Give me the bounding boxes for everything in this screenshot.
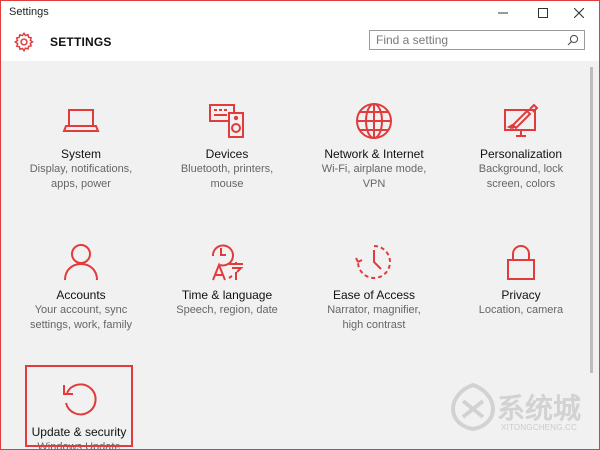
search-icon[interactable] [567,34,579,46]
tile-name: Personalization [479,147,563,161]
watermark: 系统城 XITONGCHENG.CC [447,381,595,441]
minimize-icon [498,12,508,14]
tile-description: Display, notifications, [29,163,133,175]
page-title: SETTINGS [50,35,112,49]
window-title: Settings [9,6,49,18]
tile-description: Background, lock [478,163,564,175]
tile-personalization[interactable]: Personalization Background, lock screen,… [447,101,595,191]
person-icon [64,244,98,281]
watermark-text: 系统城 [497,392,582,425]
tile-description: settings, work, family [29,319,133,331]
gear-icon [13,31,34,53]
tile-ease-of-access[interactable]: Ease of Access Narrator, magnifier, high… [300,242,448,332]
paint-icon [504,103,539,137]
tile-name: Time & language [181,288,273,302]
tile-name: Accounts [56,288,106,302]
close-button[interactable] [563,1,595,25]
close-icon [574,8,584,18]
maximize-icon [538,8,548,18]
tile-devices[interactable]: Devices Bluetooth, printers, mouse [153,101,301,191]
title-bar[interactable]: Settings [1,1,599,25]
tile-description: Your account, sync [34,304,128,316]
tile-name: Network & Internet [324,147,424,161]
tile-network-internet[interactable]: Network & Internet Wi-Fi, airplane mode,… [300,101,448,191]
time-language-icon [211,244,244,281]
tile-description: Location, camera [478,304,564,316]
tile-name: Ease of Access [332,288,416,302]
watermark-url: XITONGCHENG.CC [501,423,577,432]
ease-of-access-icon [355,245,391,279]
tile-privacy[interactable]: Privacy Location, camera [447,242,595,318]
tile-accounts[interactable]: Accounts Your account, sync settings, wo… [7,242,155,332]
tile-system[interactable]: System Display, notifications, apps, pow… [7,101,155,191]
tile-name: Privacy [501,288,541,302]
tile-description: Wi-Fi, airplane mode, [321,163,427,175]
watermark-logo-icon [450,382,496,432]
tile-description: VPN [362,178,386,190]
globe-icon [356,103,392,139]
settings-header: SETTINGS [1,25,599,61]
tile-time-language[interactable]: Time & language Speech, region, date [153,242,301,318]
search-box[interactable] [369,30,585,50]
tile-description: Speech, region, date [176,304,278,316]
tile-description: Narrator, magnifier, [327,304,421,316]
tile-description: Bluetooth, printers, [180,163,274,175]
minimize-button[interactable] [487,1,519,25]
tile-description: screen, colors [486,178,556,190]
settings-window: Settings SETTINGS Find a setting System … [0,0,600,450]
highlight-box [25,365,133,447]
tile-description: mouse [210,178,244,190]
tile-name: System [60,147,101,161]
search-input[interactable] [376,33,562,47]
maximize-button[interactable] [527,1,559,25]
devices-icon [209,104,244,138]
tile-name: Devices [205,147,249,161]
lock-icon [507,245,535,280]
scrollbar-thumb[interactable] [590,67,593,373]
tile-description: apps, power [51,178,111,190]
tile-description: high contrast [342,319,406,331]
laptop-icon [62,109,100,132]
